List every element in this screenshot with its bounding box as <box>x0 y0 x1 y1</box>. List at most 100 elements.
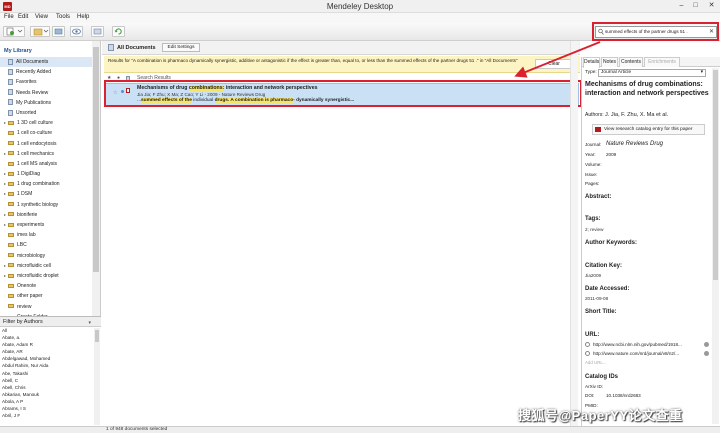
sidebar-item-folder[interactable]: Onenote <box>0 281 92 291</box>
author-filter-item[interactable]: Abola, A P <box>2 398 101 405</box>
author-filter-item[interactable]: Abdul Rahim, Nur Aida <box>2 362 101 369</box>
author-filter-item[interactable]: Abrams, I S <box>2 405 101 412</box>
sidebar-item-folder[interactable]: ▸ 1 DSM <box>0 189 92 199</box>
share-button[interactable] <box>91 26 104 37</box>
sidebar-item-folder[interactable]: ▸ 1 drug combination <box>0 179 92 189</box>
edit-settings-button[interactable]: Edit Settings <box>162 43 200 52</box>
sidebar-item-folder[interactable]: review <box>0 302 92 312</box>
search-input[interactable]: summed effects of the partner drugs 51 .… <box>595 26 717 38</box>
menu-tools[interactable]: Tools <box>56 14 70 20</box>
author-filter-item[interactable]: Abate, Adam R <box>2 341 101 348</box>
sidebar-item-unsorted[interactable]: Unsorted <box>0 108 92 118</box>
author-filter-item[interactable]: Abkarian, Manouk <box>2 391 101 398</box>
maximize-button[interactable]: □ <box>690 1 701 11</box>
sidebar-item-folder[interactable]: 1 cell endocytosis <box>0 139 92 149</box>
close-button[interactable]: ✕ <box>706 1 717 11</box>
sidebar-item-folder[interactable]: 1 synthetic biology <box>0 200 92 210</box>
remove-url-icon[interactable] <box>704 342 709 347</box>
menu-view[interactable]: View <box>35 14 48 20</box>
documents-scrollbar[interactable] <box>570 41 578 426</box>
tab-enrichments[interactable]: Enrichments <box>644 57 680 67</box>
remove-url-icon[interactable] <box>704 351 709 356</box>
filter-scrollbar[interactable] <box>94 328 100 425</box>
sidebar-scroll-thumb[interactable] <box>93 47 99 272</box>
author-filter-item[interactable]: All <box>2 327 101 334</box>
type-select[interactable]: Journal Article ▾ <box>598 69 706 77</box>
sidebar-item-my-publications[interactable]: My Publications <box>0 98 92 108</box>
author-filter-item[interactable]: Abate, a. <box>2 334 101 341</box>
sidebar-item-folder[interactable]: ▸ microfluidic droplet <box>0 271 92 281</box>
menu-edit[interactable]: Edit <box>18 14 28 20</box>
sidebar-item-needs-review[interactable]: Needs Review <box>0 88 92 98</box>
details-scrollbar[interactable] <box>712 68 719 424</box>
star-column-icon[interactable]: ★ <box>107 74 111 82</box>
filter-header[interactable]: Filter by Authors ▾ <box>0 317 101 327</box>
sidebar-item-folder[interactable]: ▸ experiments <box>0 220 92 230</box>
filter-scroll-thumb[interactable] <box>95 330 99 342</box>
favorite-star-icon[interactable]: ☆ <box>113 90 117 96</box>
issue-field[interactable]: Issue: <box>585 172 597 177</box>
author-filter-item[interactable]: Abe, Takashi <box>2 370 101 377</box>
sidebar-item-recently-added[interactable]: Recently Added <box>0 67 92 77</box>
sidebar-item-favorites[interactable]: Favorites <box>0 77 92 87</box>
clear-search-icon[interactable]: ✕ <box>709 27 714 37</box>
tab-notes[interactable]: Notes <box>601 57 618 67</box>
add-url-link[interactable]: Add URL... <box>585 360 606 365</box>
sidebar-item-folder[interactable]: ▸ microfluidic cell <box>0 261 92 271</box>
window-title: Mendeley Desktop <box>326 2 394 11</box>
sidebar-item-folder[interactable]: LBC <box>0 240 92 250</box>
folder-icon <box>8 243 14 248</box>
document-column-icon[interactable] <box>126 76 130 81</box>
author-filter-item[interactable]: Abell, C <box>2 377 101 384</box>
chevron-down-icon[interactable]: ▾ <box>88 318 91 328</box>
details-scroll-thumb[interactable] <box>713 70 718 280</box>
read-status-column-icon[interactable]: ● <box>117 74 120 82</box>
menu-file[interactable]: File <box>4 14 14 20</box>
sidebar-item-folder[interactable]: microbiology <box>0 251 92 261</box>
citation-key-value[interactable]: Jia2009 <box>585 273 601 278</box>
sidebar-item-folder[interactable]: other paper <box>0 291 92 301</box>
tags-label: Tags: <box>585 216 601 222</box>
sync-button[interactable] <box>112 26 125 37</box>
doi-field[interactable]: DOI: 10.1038/nrd2683 <box>585 393 641 398</box>
menu-help[interactable]: Help <box>77 14 89 20</box>
add-folder-button[interactable] <box>30 26 50 37</box>
sidebar-item-folder[interactable]: imes lab <box>0 230 92 240</box>
authors-field[interactable]: Authors: J. Jia, F. Zhu, X. Ma et al. <box>585 112 668 118</box>
author-filter-item[interactable]: Abate, AR <box>2 348 101 355</box>
view-catalog-button[interactable]: View research catalog entry for this pap… <box>592 124 705 135</box>
view-button[interactable] <box>70 26 83 37</box>
sidebar-item-folder[interactable]: ▸ bioniferie <box>0 210 92 220</box>
result-row[interactable]: ☆ Mechanisms of drug combinations: inter… <box>105 83 579 106</box>
arxiv-field[interactable]: ArXiv ID: <box>585 384 603 389</box>
sidebar-item-folder[interactable]: ▸ 1 DigiDiag <box>0 169 92 179</box>
column-label[interactable]: Search Results <box>137 74 171 82</box>
journal-field[interactable]: Journal: Nature Reviews Drug <box>585 141 663 147</box>
clear-button[interactable]: Clear <box>535 59 573 69</box>
tab-details[interactable]: Details <box>583 57 600 68</box>
sidebar-item-folder[interactable]: ▸ 1 cell mechanics <box>0 149 92 159</box>
remove-folder-button[interactable] <box>52 26 65 37</box>
tags-value[interactable]: 2; review <box>585 227 603 232</box>
sidebar-scrollbar[interactable] <box>92 41 100 316</box>
pdf-icon[interactable] <box>126 88 130 93</box>
author-filter-item[interactable]: Abell, Chris <box>2 384 101 391</box>
folder-icon <box>8 141 14 146</box>
url-row[interactable]: http://www.ncbi.nlm.nih.gov/pubmed/1918.… <box>585 342 709 348</box>
author-filter-item[interactable]: Abril, J F <box>2 412 101 419</box>
volume-field[interactable]: Volume: <box>585 162 602 167</box>
year-field[interactable]: Year: 2009 <box>585 152 616 157</box>
add-files-button[interactable] <box>3 26 25 37</box>
pages-field[interactable]: Pages: <box>585 181 599 186</box>
read-status-icon[interactable] <box>121 90 124 93</box>
sidebar-item-folder[interactable]: ▸ 1 3D cell culture <box>0 118 92 128</box>
minimize-button[interactable]: – <box>676 1 687 11</box>
sidebar-item-all-documents[interactable]: All Documents <box>0 57 92 68</box>
sidebar-item-folder[interactable]: 1 cell co-culture <box>0 128 92 138</box>
document-title[interactable]: Mechanisms of drug combinations: interac… <box>585 81 711 98</box>
author-filter-item[interactable]: Abdelgawad, Mohamed <box>2 355 101 362</box>
url-row[interactable]: http://www.nature.com/nrd/journal/v8/n2/… <box>585 351 709 357</box>
date-accessed-value[interactable]: 2011-09-08 <box>585 296 608 301</box>
sidebar-item-folder[interactable]: 1 cell MS analysis <box>0 159 92 169</box>
tab-contents[interactable]: Contents <box>619 57 643 67</box>
